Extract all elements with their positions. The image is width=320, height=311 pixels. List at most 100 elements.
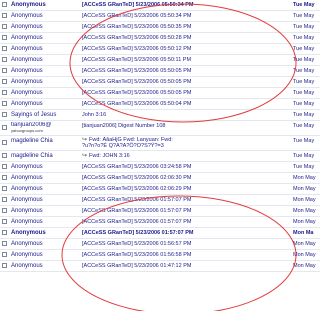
message-row[interactable]: Anonymous [ACCeSS GRanTeD] 5/23/2006 05:5…	[0, 55, 320, 66]
sender: magdeline Chia	[11, 151, 75, 162]
subject-link[interactable]: [ACCeSS GRanTeD] 5/23/2006 05:50:34 PM	[82, 11, 252, 22]
sender-domain: yahoogroups.com	[11, 128, 43, 133]
checkbox-icon[interactable]	[2, 2, 7, 7]
message-row[interactable]: tianjuan2006@ yahoogroups.com [tianjuan200…	[0, 121, 320, 136]
message-row[interactable]: Anonymous [ACCeSS GRanTeD] 5/23/2006 05:5…	[0, 99, 320, 110]
checkbox-icon[interactable]	[2, 208, 7, 213]
subject-text: John 3:16	[82, 112, 107, 118]
subject-link[interactable]: John 3:16	[82, 110, 252, 121]
sender-name: Anonymous	[11, 208, 43, 214]
checkbox-icon[interactable]	[2, 230, 7, 235]
message-row[interactable]: Anonymous [ACCeSS GRanTeD] 5/23/2006 05:5…	[0, 22, 320, 33]
date: Tue May	[293, 123, 315, 129]
subject-link[interactable]: [ACCeSS GRanTeD] 5/23/2006 05:50:12 PM	[82, 44, 252, 55]
sender: Anonymous	[11, 33, 75, 44]
subject-link[interactable]: [ACCeSS GRanTeD] 5/23/2006 05:50:05 PM	[82, 88, 252, 99]
subject-link[interactable]: [ACCeSS GRanTeD] 5/23/2006 05:50:05 PM	[82, 66, 252, 77]
subject-text-line2: ?u?n?o?É Q?A?A?Ö?O?S?Ý?=3	[82, 143, 164, 149]
sender: tianjuan2006@ yahoogroups.com	[11, 122, 75, 133]
subject-text: Fwd: JOHN 3:16	[89, 153, 130, 159]
message-row[interactable]: Anonymous [ACCeSS GRanTeD] 5/23/2006 01:5…	[0, 217, 320, 228]
sender-name: Anonymous	[11, 46, 43, 52]
subject-text: [ACCeSS GRanTeD] 5/23/2006 02:06:30 PM	[82, 175, 192, 181]
checkbox-icon[interactable]	[2, 57, 7, 62]
message-row[interactable]: Anonymous [ACCeSS GRanTeD] 5/23/2006 02:0…	[0, 184, 320, 195]
subject-link[interactable]: ↪ Fwd: JOHN 3:16	[82, 151, 252, 162]
checkbox-icon[interactable]	[2, 13, 7, 18]
checkbox-icon[interactable]	[2, 241, 7, 246]
message-row[interactable]: magdeline Chia ↪ Fwd: JOHN 3:16 Tue May	[0, 151, 320, 162]
date: Tue May	[293, 138, 315, 144]
checkbox-icon[interactable]	[2, 263, 7, 268]
sender: Anonymous	[11, 217, 75, 228]
message-row[interactable]: Anonymous [ACCeSS GRanTeD] 5/23/2006 05:5…	[0, 88, 320, 99]
message-row[interactable]: Sayings of Jesus John 3:16 Tue May	[0, 110, 320, 121]
sender-name: Anonymous	[11, 101, 43, 107]
subject-link[interactable]: [ACCeSS GRanTeD] 5/23/2006 01:47:12 PM	[82, 261, 252, 272]
message-row[interactable]: Anonymous [ACCeSS GRanTeD] 5/23/2006 05:5…	[0, 0, 320, 11]
message-row[interactable]: Anonymous [ACCeSS GRanTeD] 5/23/2006 01:5…	[0, 195, 320, 206]
message-row[interactable]: Anonymous [ACCeSS GRanTeD] 5/23/2006 02:0…	[0, 173, 320, 184]
subject-link[interactable]: [ACCeSS GRanTeD] 5/23/2006 05:50:34 PM	[82, 0, 252, 11]
subject-link[interactable]: [ACCeSS GRanTeD] 5/23/2006 05:50:28 PM	[82, 33, 252, 44]
subject-link[interactable]: [ACCeSS GRanTeD] 5/23/2006 02:06:29 PM	[82, 184, 252, 195]
checkbox-icon[interactable]	[2, 125, 7, 130]
sender-name: Sayings of Jesus	[11, 112, 57, 118]
message-row[interactable]: Anonymous [ACCeSS GRanTeD] 5/23/2006 01:5…	[0, 206, 320, 217]
checkbox-icon[interactable]	[2, 101, 7, 106]
checkbox-icon[interactable]	[2, 153, 7, 158]
checkbox-icon[interactable]	[2, 164, 7, 169]
sender: Anonymous	[11, 77, 75, 88]
checkbox-icon[interactable]	[2, 252, 7, 257]
message-row[interactable]: Anonymous [ACCeSS GRanTeD] 5/23/2006 01:4…	[0, 261, 320, 272]
checkbox-icon[interactable]	[2, 24, 7, 29]
sender-name: Anonymous	[11, 57, 43, 63]
subject-link[interactable]: [ACCeSS GRanTeD] 5/23/2006 05:50:35 PM	[82, 22, 252, 33]
message-row[interactable]: Anonymous [ACCeSS GRanTeD] 5/23/2006 05:5…	[0, 33, 320, 44]
subject-link[interactable]: [ACCeSS GRanTeD] 5/23/2006 05:50:05 PM	[82, 77, 252, 88]
date: Mon May	[293, 219, 316, 225]
subject-link[interactable]: [ACCeSS GRanTeD] 5/23/2006 02:06:30 PM	[82, 173, 252, 184]
sender-name: Anonymous	[11, 186, 43, 192]
checkbox-icon[interactable]	[2, 197, 7, 202]
subject-link[interactable]: [ACCeSS GRanTeD] 5/23/2006 01:57:07 PM	[82, 206, 252, 217]
subject-link[interactable]: [ACCeSS GRanTeD] 5/23/2006 05:50:04 PM	[82, 99, 252, 110]
checkbox-icon[interactable]	[2, 46, 7, 51]
subject-text: [ACCeSS GRanTeD] 5/23/2006 05:50:28 PM	[82, 35, 192, 41]
message-row[interactable]: magdeline Chia ↪ Fwd: ÄâaHjG Fwd: Lanyuan:…	[0, 136, 320, 151]
message-row[interactable]: Anonymous [ACCeSS GRanTeD] 5/23/2006 03:2…	[0, 162, 320, 173]
checkbox-icon[interactable]	[2, 90, 7, 95]
date: Tue May	[293, 24, 315, 30]
message-row[interactable]: Anonymous [ACCeSS GRanTeD] 5/23/2006 01:5…	[0, 228, 320, 239]
date: Tue May	[293, 79, 315, 85]
message-row[interactable]: Anonymous [ACCeSS GRanTeD] 5/23/2006 05:5…	[0, 44, 320, 55]
message-row[interactable]: Anonymous [ACCeSS GRanTeD] 5/23/2006 01:5…	[0, 239, 320, 250]
checkbox-icon[interactable]	[2, 140, 7, 145]
date: Tue May	[293, 57, 315, 63]
subject-link[interactable]: [ACCeSS GRanTeD] 5/23/2006 03:24:58 PM	[82, 162, 252, 173]
subject-link[interactable]: [ACCeSS GRanTeD] 5/23/2006 01:57:07 PM	[82, 228, 252, 239]
subject-text: [ACCeSS GRanTeD] 5/23/2006 05:50:34 PM	[82, 2, 194, 8]
message-row[interactable]: Anonymous [ACCeSS GRanTeD] 5/23/2006 01:5…	[0, 250, 320, 261]
checkbox-icon[interactable]	[2, 112, 7, 117]
subject-link[interactable]: [ACCeSS GRanTeD] 5/23/2006 01:57:07 PM	[82, 195, 252, 206]
checkbox-icon[interactable]	[2, 68, 7, 73]
checkbox-icon[interactable]	[2, 79, 7, 84]
subject-link[interactable]: [ACCeSS GRanTeD] 5/23/2006 01:56:57 PM	[82, 239, 252, 250]
message-row[interactable]: Anonymous [ACCeSS GRanTeD] 5/23/2006 05:5…	[0, 77, 320, 88]
subject-link[interactable]: ↪ Fwd: ÄâaHjG Fwd: Lanyuan: Fwd: ?u?n?o?É …	[82, 137, 252, 149]
subject-link[interactable]: [ACCeSS GRanTeD] 5/23/2006 01:56:58 PM	[82, 250, 252, 261]
checkbox-icon[interactable]	[2, 186, 7, 191]
message-row[interactable]: Anonymous [ACCeSS GRanTeD] 5/23/2006 05:5…	[0, 11, 320, 22]
sender-name: Anonymous	[11, 252, 43, 258]
subject-link[interactable]: [ACCeSS GRanTeD] 5/23/2006 01:57:07 PM	[82, 217, 252, 228]
checkbox-icon[interactable]	[2, 175, 7, 180]
sender: Anonymous	[11, 44, 75, 55]
message-row[interactable]: Anonymous [ACCeSS GRanTeD] 5/23/2006 05:5…	[0, 66, 320, 77]
subject-link[interactable]: [ACCeSS GRanTeD] 5/23/2006 05:50:11 PM	[82, 55, 252, 66]
sender: Anonymous	[11, 239, 75, 250]
subject-link[interactable]: [tianjuan2006] Digest Number 108	[82, 121, 252, 132]
checkbox-icon[interactable]	[2, 219, 7, 224]
checkbox-icon[interactable]	[2, 35, 7, 40]
subject-text: [ACCeSS GRanTeD] 5/23/2006 05:50:35 PM	[82, 24, 192, 30]
